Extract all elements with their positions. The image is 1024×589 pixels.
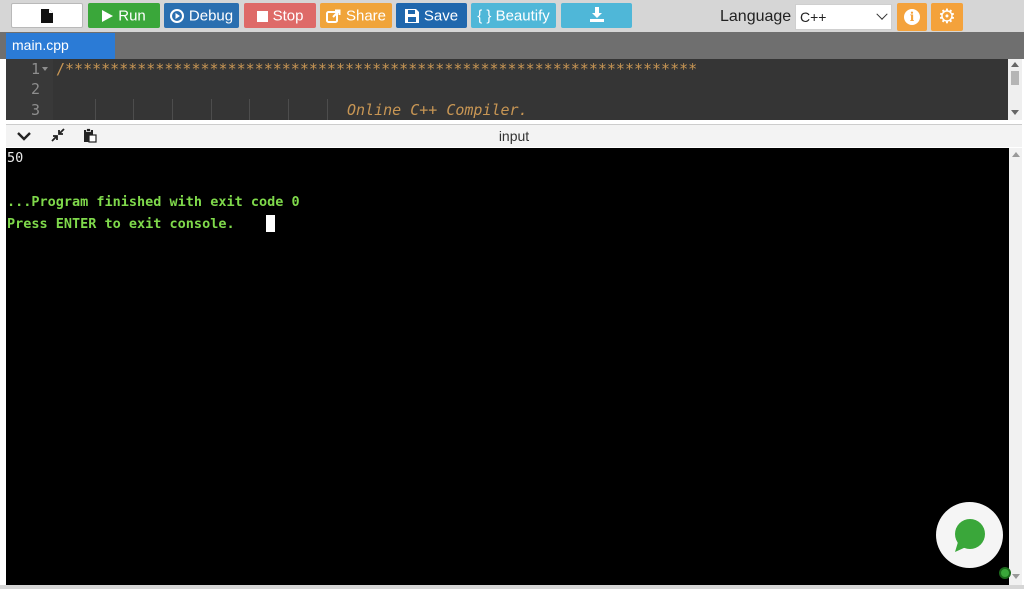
editor-scrollbar[interactable] xyxy=(1008,59,1022,120)
debug-circle-icon xyxy=(169,9,184,24)
console-exit-message: ...Program finished with exit code 0 xyxy=(7,194,300,210)
indent-guide xyxy=(249,99,250,120)
download-icon xyxy=(589,7,604,22)
code-line: Online C++ Compiler. xyxy=(347,101,528,119)
share-button[interactable]: Share xyxy=(320,3,392,28)
code-editor[interactable]: 1 2 3 /*********************************… xyxy=(6,59,1022,120)
floppy-icon xyxy=(404,9,419,24)
tab-bar: main.cpp xyxy=(0,32,1024,59)
scroll-thumb[interactable] xyxy=(1011,71,1019,85)
io-panel-header: input xyxy=(6,124,1022,147)
stop-square-icon xyxy=(256,10,268,22)
download-button[interactable] xyxy=(561,3,632,28)
toolbar: Run Debug Stop Share Save { } Beautify L… xyxy=(0,0,1024,32)
beautify-button[interactable]: { } Beautify xyxy=(471,3,556,28)
line-number: 1 xyxy=(30,60,40,78)
console-output-line: 50 xyxy=(7,150,24,166)
beautify-label: { } Beautify xyxy=(477,7,550,25)
new-file-button[interactable] xyxy=(11,3,83,28)
compress-icon[interactable] xyxy=(49,128,67,145)
play-icon xyxy=(102,10,114,23)
save-label: Save xyxy=(423,7,459,25)
indent-guide xyxy=(133,99,134,120)
chevron-down-icon[interactable] xyxy=(15,128,33,145)
chat-bubble-icon xyxy=(955,519,985,552)
run-button[interactable]: Run xyxy=(88,3,160,28)
line-number: 2 xyxy=(30,80,40,98)
scroll-up-icon[interactable] xyxy=(1012,152,1020,157)
indent-guide xyxy=(288,99,289,120)
info-button[interactable]: i xyxy=(897,3,927,31)
indent-guide xyxy=(211,99,212,120)
online-status-indicator xyxy=(999,567,1011,579)
debug-button[interactable]: Debug xyxy=(164,3,239,28)
share-label: Share xyxy=(345,7,387,25)
indent-guide xyxy=(95,99,96,120)
file-icon xyxy=(41,9,53,23)
debug-label: Debug xyxy=(188,7,234,25)
io-panel-title: input xyxy=(498,128,530,144)
fold-toggle-icon[interactable] xyxy=(42,67,48,71)
console-output[interactable]: 50 ...Program finished with exit code 0 … xyxy=(6,148,1009,585)
run-label: Run xyxy=(118,7,146,25)
line-gutter: 1 2 3 xyxy=(6,59,53,120)
console-enter-prompt: Press ENTER to exit console. xyxy=(7,216,235,232)
scroll-down-icon[interactable] xyxy=(1012,574,1020,579)
info-icon: i xyxy=(904,9,920,25)
stop-label: Stop xyxy=(272,7,304,25)
indent-guide xyxy=(172,99,173,120)
line-number: 3 xyxy=(30,101,40,119)
chevron-down-icon xyxy=(876,8,888,20)
language-label: Language xyxy=(720,8,792,25)
paste-icon[interactable] xyxy=(81,128,99,145)
scroll-down-icon[interactable] xyxy=(1011,110,1019,115)
bottom-edge xyxy=(0,585,1024,589)
language-value: C++ xyxy=(800,9,827,25)
chat-button[interactable] xyxy=(936,502,1003,568)
save-button[interactable]: Save xyxy=(396,3,467,28)
gear-icon: ⚙ xyxy=(938,6,956,28)
scroll-up-icon[interactable] xyxy=(1011,62,1019,67)
stop-button[interactable]: Stop xyxy=(244,3,316,28)
indent-guide xyxy=(327,99,328,120)
tab-main-cpp[interactable]: main.cpp xyxy=(6,33,115,59)
settings-button[interactable]: ⚙ xyxy=(931,3,963,31)
console-cursor xyxy=(266,215,275,232)
console-scrollbar[interactable] xyxy=(1009,148,1022,585)
code-line: /***************************************… xyxy=(56,60,698,78)
share-icon xyxy=(325,9,341,24)
language-select[interactable]: C++ xyxy=(795,4,892,30)
